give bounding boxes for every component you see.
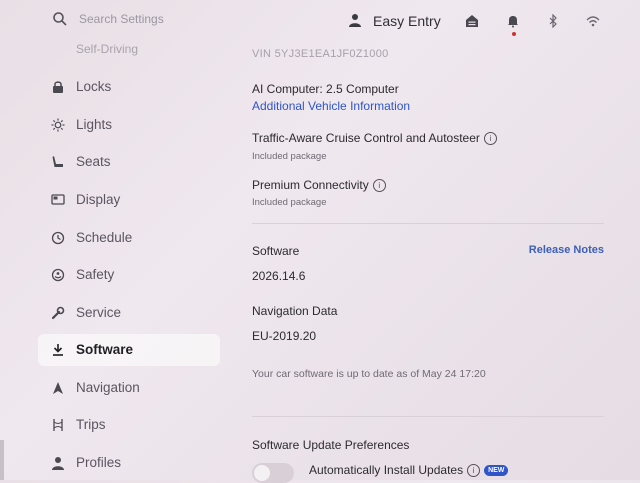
profile-icon <box>52 457 64 470</box>
sidebar-item-service[interactable]: Service <box>38 297 220 329</box>
divider <box>252 416 604 417</box>
top-bar: Search Settings Easy Entry <box>0 0 640 40</box>
software-version: 2026.14.6 <box>252 269 306 283</box>
sidebar-item-navigation[interactable]: Navigation <box>38 372 220 404</box>
sidebar-item-self-driving[interactable]: Self-Driving <box>76 42 138 56</box>
ai-computer: AI Computer: 2.5 Computer <box>252 82 399 96</box>
seat-icon <box>52 156 63 167</box>
sidebar-item-label: Profiles <box>76 455 122 470</box>
sidebar-item-profiles[interactable]: Profiles <box>38 447 220 479</box>
sidebar-item-safety[interactable]: Safety <box>38 259 220 291</box>
update-preferences-heading: Software Update Preferences <box>252 438 410 452</box>
display-icon <box>51 194 65 205</box>
package-status: Included package <box>252 197 327 208</box>
download-icon <box>53 344 63 356</box>
search-input[interactable]: Search Settings <box>79 12 164 26</box>
sidebar-item-label: Trips <box>76 417 106 432</box>
auto-install-toggle[interactable] <box>252 463 294 483</box>
bell-icon[interactable] <box>506 14 520 28</box>
search-icon[interactable] <box>52 11 68 27</box>
sidebar-item-label: Display <box>76 192 121 207</box>
wifi-icon[interactable] <box>586 14 600 28</box>
info-icon[interactable]: i <box>467 464 481 477</box>
sidebar-item-display[interactable]: Display <box>38 184 220 216</box>
sidebar-item-trips[interactable]: Trips <box>38 409 220 441</box>
info-icon[interactable]: i <box>372 179 386 192</box>
package-status: Included package <box>252 151 327 162</box>
package-name: Traffic-Aware Cruise Control and Autoste… <box>252 131 497 145</box>
lock-icon <box>53 81 63 93</box>
auto-install-label: Automatically Install Updates i NEW <box>309 463 509 477</box>
bluetooth-icon[interactable] <box>546 14 560 28</box>
update-status: Your car software is up to date as of Ma… <box>252 368 486 380</box>
sidebar-item-label: Lights <box>76 117 113 132</box>
trips-icon <box>53 419 63 431</box>
sidebar-item-software[interactable]: Software <box>38 334 220 366</box>
sun-icon <box>51 118 65 132</box>
sidebar-item-seats[interactable]: Seats <box>38 146 220 178</box>
package-name: Premium Connectivity i <box>252 178 386 192</box>
sidebar: Self-Driving Locks Lights Seats Display … <box>38 40 228 480</box>
sidebar-item-label: Schedule <box>76 230 133 245</box>
wrench-icon <box>51 306 65 320</box>
clock-icon <box>51 231 65 245</box>
info-icon[interactable]: i <box>483 132 497 145</box>
navigation-data-heading: Navigation Data <box>252 304 338 318</box>
new-badge: NEW <box>484 465 509 476</box>
software-heading: Software <box>252 244 300 258</box>
navigation-data-version: EU-2019.20 <box>252 329 317 343</box>
vin-number: VIN 5YJ3E1EA1JF0Z1000 <box>252 48 389 60</box>
sidebar-item-label: Safety <box>76 267 115 282</box>
sidebar-item-schedule[interactable]: Schedule <box>38 222 220 254</box>
divider <box>252 223 604 224</box>
software-panel: VIN 5YJ3E1EA1JF0Z1000 AI Computer: 2.5 C… <box>252 40 612 483</box>
notification-dot <box>512 32 516 36</box>
sidebar-item-label: Navigation <box>76 380 140 395</box>
additional-vehicle-info-link[interactable]: Additional Vehicle Information <box>252 99 410 113</box>
sidebar-item-label: Locks <box>76 79 112 94</box>
sidebar-item-label: Seats <box>76 154 111 169</box>
navigation-icon <box>53 382 63 394</box>
profile-name[interactable]: Easy Entry <box>373 13 441 29</box>
window-edge <box>0 440 4 480</box>
user-icon[interactable] <box>348 13 362 27</box>
toggle-knob <box>254 465 270 481</box>
garage-icon[interactable] <box>465 14 479 28</box>
sidebar-item-label: Service <box>76 305 122 320</box>
sidebar-item-locks[interactable]: Locks <box>38 71 220 103</box>
safety-icon <box>51 268 65 282</box>
release-notes-link[interactable]: Release Notes <box>529 244 604 256</box>
sidebar-item-label: Software <box>76 342 134 357</box>
sidebar-item-lights[interactable]: Lights <box>38 109 220 141</box>
